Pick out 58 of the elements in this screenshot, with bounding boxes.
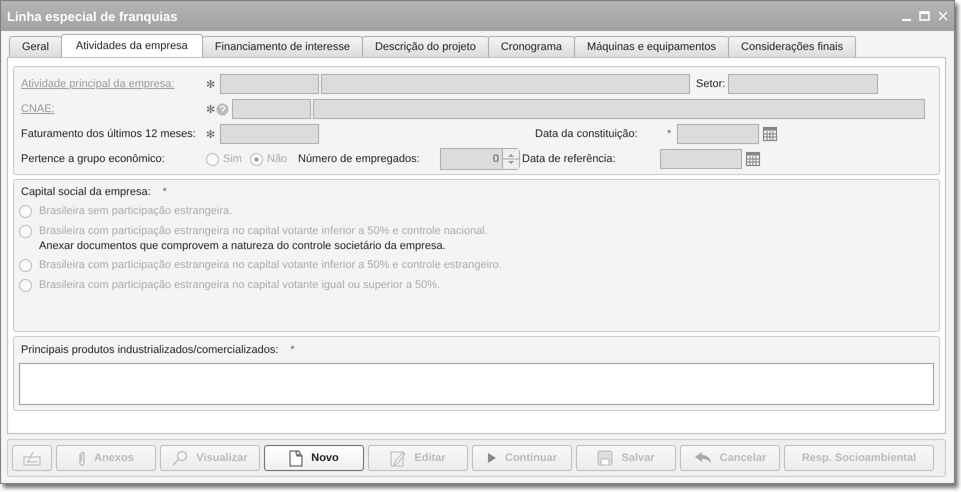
required-mark: * (290, 344, 295, 356)
tab[interactable]: Atividades da empresa (60, 34, 203, 57)
number-spinner[interactable]: 0 (440, 148, 520, 170)
input-field[interactable] (220, 124, 319, 144)
maximize-icon[interactable] (919, 11, 930, 21)
required-mark: * (667, 128, 672, 140)
radio-button[interactable] (250, 152, 263, 166)
radio-label: Brasileira sem participação estrangeira. (39, 205, 232, 217)
tab[interactable]: Descrição do projeto (362, 36, 489, 57)
radio-button[interactable] (206, 152, 219, 166)
field-label: Data da constituição: (535, 128, 638, 140)
field-label: Setor: (696, 78, 726, 90)
input-field[interactable] (313, 99, 925, 119)
required-mark: * (162, 186, 167, 198)
field-label: Faturamento dos últimos 12 meses: (21, 128, 196, 140)
date-field[interactable] (677, 124, 759, 144)
field-label: Número de empregados: (298, 153, 420, 165)
text-area[interactable] (19, 363, 934, 405)
play-icon (487, 452, 498, 464)
undo-icon (694, 451, 712, 465)
action-button[interactable]: Novo (264, 445, 364, 471)
radio-label: Brasileira com participação estrangeira no capital votante inferior a 50% e controle nacional. (39, 225, 488, 237)
paperclip-icon (78, 450, 86, 466)
radio-label: Sim (223, 153, 242, 165)
radio-label: Brasileira com participação estrangeira no capital votante igual ou superior a 50%. (39, 279, 440, 291)
radio-button[interactable] (19, 259, 32, 272)
calendar-icon[interactable] (763, 127, 777, 141)
input-field[interactable] (321, 74, 690, 94)
search-icon (172, 450, 188, 466)
date-field[interactable] (660, 149, 742, 169)
radio-button[interactable] (19, 205, 32, 218)
tab[interactable]: Geral (9, 36, 62, 57)
note-text: Anexar documentos que comprovem a natureza do controle societário da empresa. (39, 240, 447, 252)
calendar-icon[interactable] (746, 152, 760, 166)
input-field[interactable] (220, 74, 319, 94)
radio-button[interactable] (19, 225, 32, 238)
pencil-icon (390, 449, 406, 467)
tab[interactable]: Cronograma (488, 36, 575, 57)
tab[interactable]: Considerações finais (728, 36, 856, 57)
field-label: Data de referência: (522, 153, 616, 165)
signature-icon (23, 450, 41, 466)
input-field[interactable] (728, 74, 878, 94)
radio-label: Não (267, 153, 288, 165)
section-title: Principais produtos industrializados/comercializados: (21, 344, 278, 356)
new-document-icon (289, 449, 304, 467)
tab[interactable]: Financiamento de interesse (202, 36, 363, 57)
radio-button[interactable] (19, 279, 32, 292)
input-field[interactable] (232, 99, 311, 119)
help-icon[interactable] (216, 102, 229, 116)
close-icon[interactable] (938, 11, 948, 21)
required-mark: ✻ (206, 78, 215, 90)
field-label: Pertence a grupo econômico: (21, 153, 165, 165)
window-title: Linha especial de franquias (7, 8, 178, 24)
radio-label: Brasileira com participação estrangeira no capital votante inferior a 50% e controle estrangeiro. (39, 259, 502, 271)
required-mark: ✻ (206, 102, 215, 116)
tab[interactable]: Máquinas e equipamentos (574, 36, 730, 57)
required-mark: ✻ (206, 128, 215, 140)
section-title: Capital social da empresa: (21, 186, 151, 198)
